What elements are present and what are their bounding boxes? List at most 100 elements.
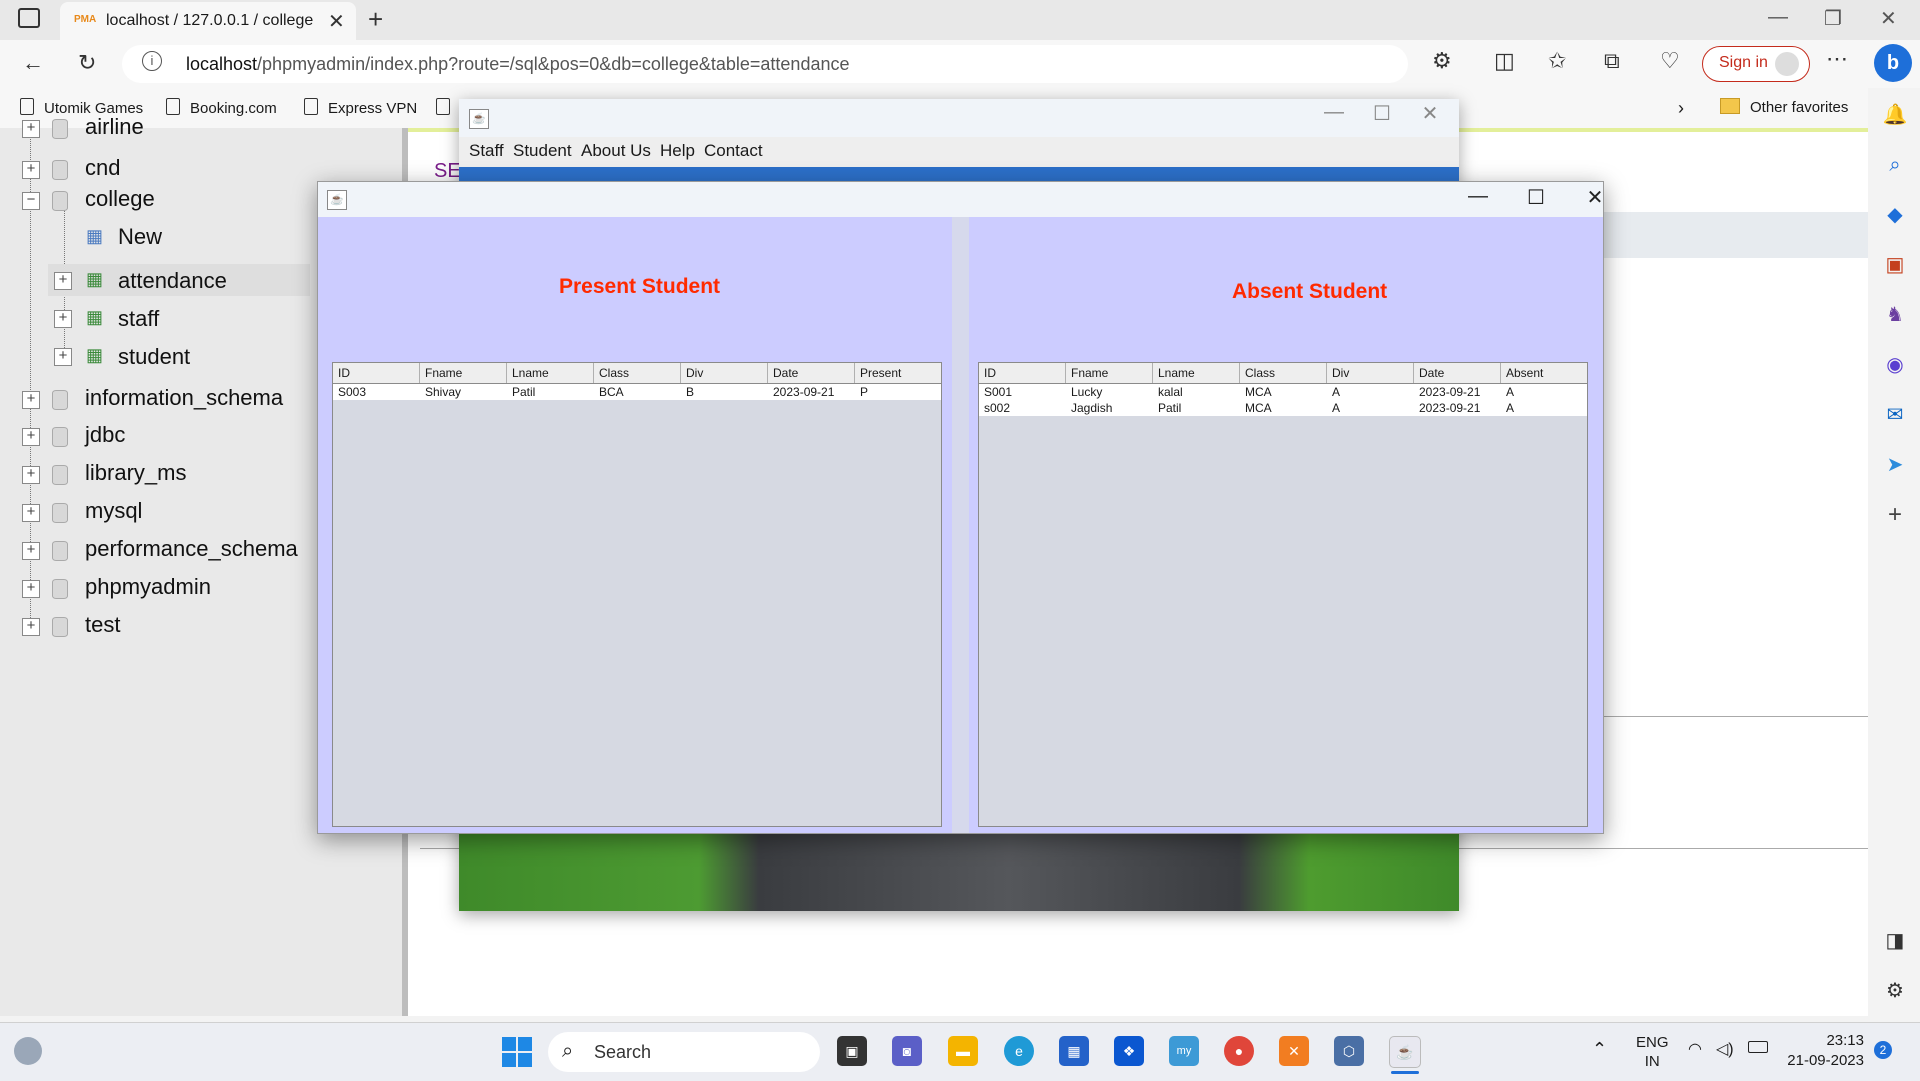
battery-icon[interactable] — [1748, 1041, 1768, 1053]
close-icon[interactable]: ✕ — [1572, 185, 1618, 210]
browser-essentials-icon[interactable]: ♡ — [1660, 48, 1680, 74]
absent-table[interactable]: ID Fname Lname Class Div Date Absent S00… — [978, 362, 1588, 827]
refresh-icon[interactable]: ↻ — [78, 50, 96, 76]
table-row[interactable]: S003 Shivay Patil BCA B 2023-09-21 P — [333, 384, 941, 400]
column-header[interactable]: Absent — [1501, 363, 1587, 383]
split-divider[interactable] — [952, 217, 969, 833]
menu-about-us[interactable]: About Us — [581, 141, 651, 161]
tree-item-staff[interactable]: + ▦ staff — [48, 302, 310, 334]
clock[interactable]: 23:13 21-09-2023 — [1782, 1031, 1864, 1071]
address-bar[interactable]: i localhost/phpmyadmin/index.php?route=/… — [122, 45, 1408, 83]
menu-staff[interactable]: Staff — [469, 141, 504, 161]
chrome-icon[interactable]: ● — [1224, 1036, 1254, 1066]
bing-copilot-icon[interactable]: b — [1874, 44, 1912, 82]
xampp-icon[interactable]: ✕ — [1279, 1036, 1309, 1066]
windows-start-icon[interactable] — [502, 1037, 532, 1067]
column-header[interactable]: Date — [1414, 363, 1501, 383]
tray-overflow-chevron-icon[interactable]: ⌃ — [1592, 1039, 1607, 1060]
search-icon[interactable]: ⌕ — [1882, 152, 1908, 178]
expand-icon[interactable]: + — [22, 466, 40, 484]
column-header[interactable]: Class — [594, 363, 681, 383]
other-favorites-folder[interactable]: Other favorites — [1720, 98, 1848, 116]
maximize-icon[interactable]: ☐ — [1359, 101, 1405, 126]
notification-badge[interactable]: 2 — [1874, 1041, 1892, 1059]
close-window-icon[interactable]: ✕ — [1880, 6, 1897, 31]
new-tab-icon[interactable]: + — [368, 4, 383, 35]
virtualbox-icon[interactable]: ⬡ — [1334, 1036, 1364, 1066]
outlook-icon[interactable]: ✉ — [1882, 402, 1908, 428]
expand-icon[interactable]: + — [22, 120, 40, 138]
column-header[interactable]: Div — [1327, 363, 1414, 383]
present-table[interactable]: ID Fname Lname Class Div Date Present S0… — [332, 362, 942, 827]
expand-icon[interactable]: + — [22, 542, 40, 560]
site-info-icon[interactable]: i — [142, 51, 162, 71]
column-header[interactable]: ID — [979, 363, 1066, 383]
expand-icon[interactable]: + — [54, 310, 72, 328]
restore-icon[interactable]: ❐ — [1824, 6, 1842, 31]
dropbox-icon[interactable]: ❖ — [1114, 1036, 1144, 1066]
microsoft-365-icon[interactable]: ◉ — [1882, 352, 1908, 378]
menu-contact[interactable]: Contact — [704, 141, 763, 161]
sign-in-button[interactable]: Sign in — [1702, 46, 1810, 82]
column-header[interactable]: Lname — [507, 363, 594, 383]
task-view-icon[interactable]: ▣ — [837, 1036, 867, 1066]
tools-briefcase-icon[interactable]: ▣ — [1882, 252, 1908, 278]
tree-item-student[interactable]: + ▦ student — [48, 340, 310, 372]
shopping-tag-icon[interactable]: ◆ — [1882, 202, 1908, 228]
expand-icon[interactable]: + — [22, 618, 40, 636]
tree-item-airline[interactable]: + airline — [0, 114, 402, 142]
close-icon[interactable]: ✕ — [1407, 101, 1453, 126]
expand-icon[interactable]: + — [22, 428, 40, 446]
table-row[interactable]: s002 Jagdish Patil MCA A 2023-09-21 A — [979, 400, 1587, 416]
expand-icon[interactable]: + — [54, 272, 72, 290]
expand-icon[interactable]: + — [22, 391, 40, 409]
minimize-icon[interactable]: — — [1768, 6, 1788, 29]
edge-browser-icon[interactable]: e — [1004, 1036, 1034, 1066]
taskbar-search[interactable]: ⌕ Search — [548, 1032, 820, 1072]
column-header[interactable]: Lname — [1153, 363, 1240, 383]
notifications-bell-icon[interactable]: 🔔 — [1882, 102, 1908, 128]
browser-tab[interactable]: PMA localhost / 127.0.0.1 / college / a … — [60, 2, 356, 40]
collapse-icon[interactable]: − — [22, 192, 40, 210]
add-sidebar-app-icon[interactable]: + — [1882, 502, 1908, 528]
hide-sidebar-icon[interactable]: ◨ — [1882, 928, 1908, 954]
more-bookmarks-chevron-icon[interactable]: › — [1678, 98, 1684, 119]
java-app-taskbar-icon[interactable]: ☕ — [1389, 1036, 1421, 1068]
more-options-icon[interactable]: ⋯ — [1826, 46, 1848, 72]
teams-chat-icon[interactable]: ◙ — [892, 1036, 922, 1066]
expand-icon[interactable]: + — [22, 580, 40, 598]
tree-item-attendance[interactable]: + ▦ attendance — [48, 264, 310, 296]
send-icon[interactable]: ➤ — [1882, 452, 1908, 478]
tab-actions-icon[interactable] — [18, 8, 40, 28]
back-arrow-icon[interactable]: ← — [22, 50, 44, 76]
menu-student[interactable]: Student — [513, 141, 572, 161]
extensions-icon[interactable]: ⚙ — [1432, 48, 1452, 74]
tree-item-cnd[interactable]: + cnd — [0, 155, 402, 183]
minimize-icon[interactable]: — — [1455, 185, 1501, 208]
column-header[interactable]: Present — [855, 363, 941, 383]
table-row[interactable]: S001 Lucky kalal MCA A 2023-09-21 A — [979, 384, 1587, 400]
expand-icon[interactable]: + — [54, 348, 72, 366]
column-header[interactable]: Date — [768, 363, 855, 383]
tab-close-icon[interactable]: ✕ — [328, 9, 345, 34]
collections-icon[interactable]: ⧉ — [1604, 48, 1620, 74]
favorites-icon[interactable]: ✩ — [1548, 48, 1566, 74]
weather-widget-icon[interactable] — [14, 1037, 42, 1065]
column-header[interactable]: Div — [681, 363, 768, 383]
microsoft-store-icon[interactable]: ▦ — [1059, 1036, 1089, 1066]
column-header[interactable]: Class — [1240, 363, 1327, 383]
bookmark-partial[interactable] — [436, 98, 460, 117]
minimize-icon[interactable]: — — [1311, 101, 1357, 124]
maximize-icon[interactable]: ☐ — [1513, 185, 1559, 210]
column-header[interactable]: Fname — [420, 363, 507, 383]
volume-icon[interactable]: ◁) — [1716, 1039, 1734, 1059]
sidebar-settings-icon[interactable]: ⚙ — [1882, 978, 1908, 1004]
column-header[interactable]: ID — [333, 363, 420, 383]
expand-icon[interactable]: + — [22, 161, 40, 179]
expand-icon[interactable]: + — [22, 504, 40, 522]
column-header[interactable]: Fname — [1066, 363, 1153, 383]
menu-help[interactable]: Help — [660, 141, 695, 161]
input-language[interactable]: ENG IN — [1636, 1033, 1669, 1071]
file-explorer-icon[interactable]: ▬ — [948, 1036, 978, 1066]
games-icon[interactable]: ♞ — [1882, 302, 1908, 328]
